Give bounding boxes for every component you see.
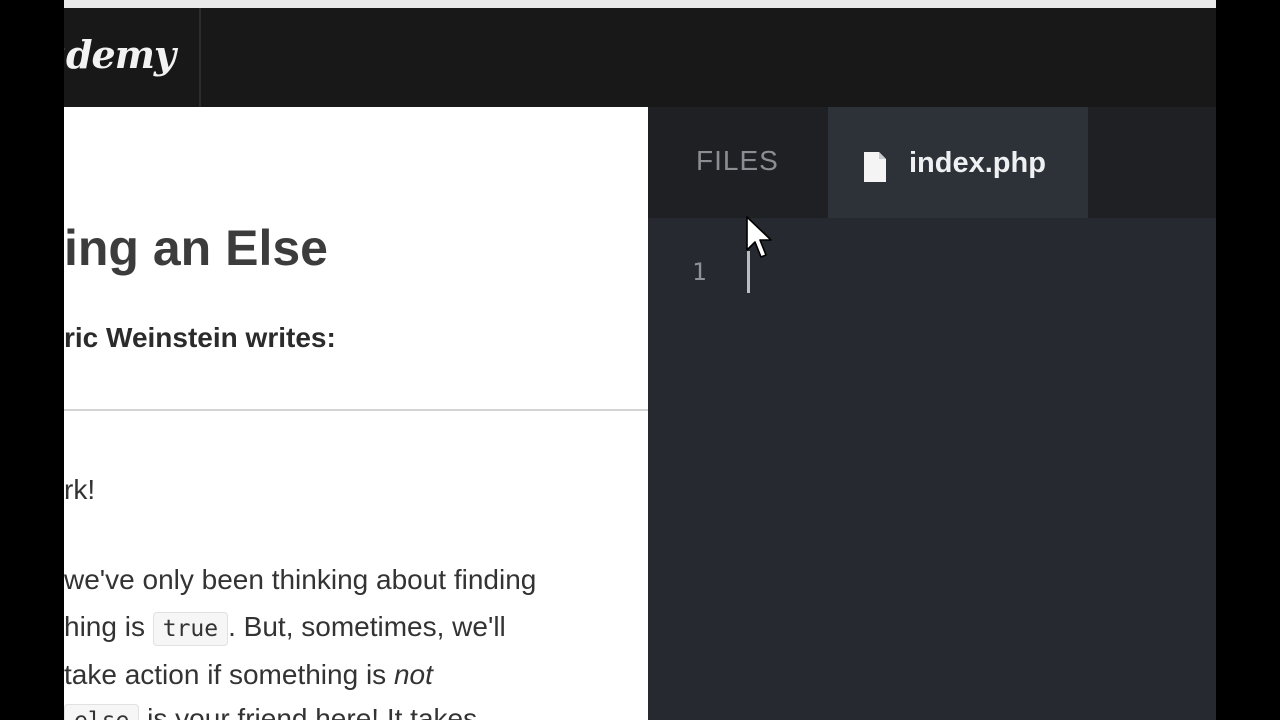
text-segment: is your friend here! It takes xyxy=(139,703,478,720)
lesson-text-line-2: hing is true. But, sometimes, we'll xyxy=(64,611,506,646)
code-snippet-true: true xyxy=(152,612,229,646)
lesson-text-line-3: take action if something is not xyxy=(64,659,433,691)
lesson-text-line-1: we've only been thinking about finding xyxy=(64,564,537,595)
emphasis-text: not xyxy=(393,659,433,690)
editor-tab-bar: FILES index.php xyxy=(648,107,1216,218)
right-letterbox xyxy=(1216,0,1280,720)
text-segment: hing is xyxy=(64,611,153,642)
codecademy-logo[interactable]: ademy xyxy=(64,8,201,107)
tab-index-php[interactable]: index.php xyxy=(828,107,1088,218)
code-editor: FILES index.php 1 xyxy=(648,107,1216,720)
file-icon xyxy=(864,152,886,182)
lesson-panel: ing an Else ric Weinstein writes: rk! we… xyxy=(64,107,648,720)
lesson-text-line-4: else is your friend here! It takes xyxy=(64,703,477,720)
code-input-area[interactable]: 1 xyxy=(648,218,1216,720)
lesson-divider xyxy=(64,409,648,411)
code-snippet-else: else xyxy=(64,704,140,720)
text-segment: take action if something is xyxy=(64,659,394,690)
line-number: 1 xyxy=(692,258,707,286)
lesson-paragraph-1: rk! xyxy=(64,474,96,505)
text-segment: . But, sometimes, we'll xyxy=(228,611,506,642)
lesson-author: ric Weinstein writes: xyxy=(64,322,336,353)
browser-top-strip xyxy=(64,0,1216,8)
tab-files[interactable]: FILES xyxy=(696,145,779,177)
logo-text: ademy xyxy=(64,32,176,77)
left-letterbox xyxy=(0,0,64,720)
lesson-title: ing an Else xyxy=(64,220,328,276)
site-header: ademy xyxy=(64,8,1216,107)
mouse-pointer-icon xyxy=(746,216,772,258)
tab-file-name: index.php xyxy=(909,147,1046,179)
